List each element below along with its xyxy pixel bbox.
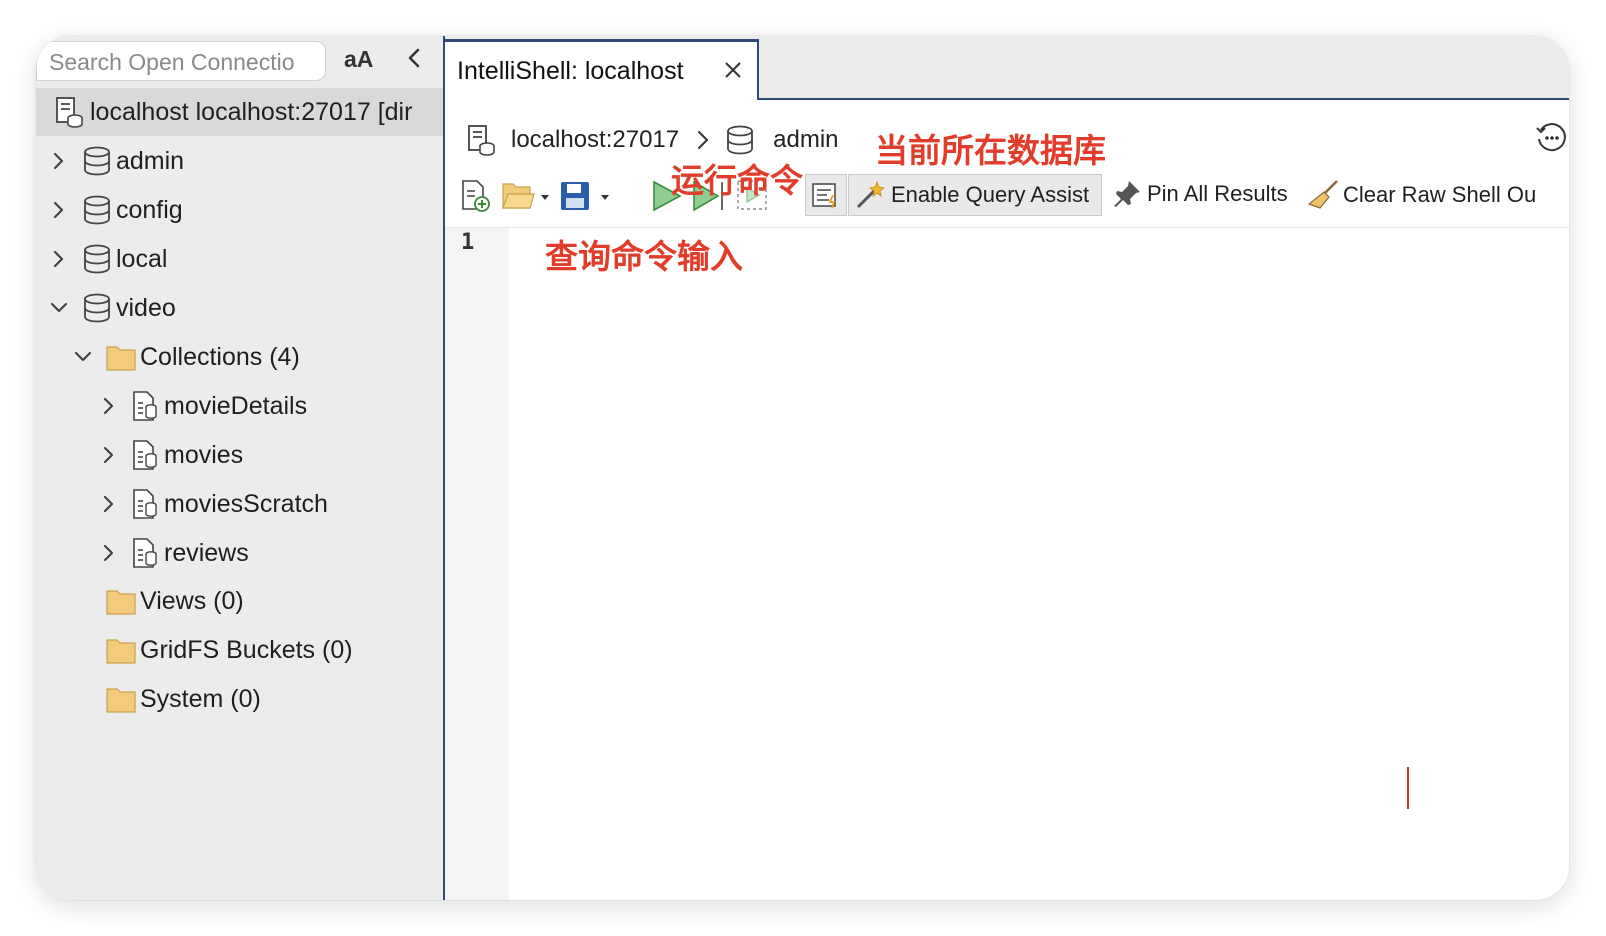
tree-folder-system[interactable]: System (0) [106,675,261,723]
tree-collection-label: movieDetails [164,391,308,420]
intellishell-pane: IntelliShell: localhost localhost:27017 [445,36,1569,900]
query-editor[interactable] [509,228,1569,900]
folder-icon [106,639,136,664]
connection-label: localhost localhost:27017 [dir [90,97,413,126]
tree-db-video[interactable]: video [48,284,176,332]
tree-db-config[interactable]: config [48,186,183,234]
tree-folder-collections[interactable]: Collections (4) [72,333,300,381]
annotation-run-command: 运行命令 [671,161,803,200]
tree-folder-gridfs[interactable]: GridFS Buckets (0) [106,626,353,674]
tree-collection-movieDetails[interactable]: movieDetails [98,382,307,430]
tree-collection-label: moviesScratch [164,489,328,518]
app-window: aA localhost localhost:27017 [dir adm [36,36,1569,900]
database-icon [84,244,110,274]
line-number: 1 [461,230,475,255]
folder-icon [106,688,136,713]
magic-wand-icon [856,180,885,209]
folder-icon [106,590,136,615]
open-folder-icon[interactable] [501,180,551,212]
new-script-icon[interactable] [459,178,493,214]
format-query-button[interactable] [805,174,847,216]
annotation-query-input: 查询命令输入 [539,230,749,278]
search-connections-input[interactable] [47,42,321,82]
enable-query-assist-label: Enable Query Assist [891,182,1090,207]
collection-icon [133,489,157,519]
tree-db-label: admin [116,146,185,175]
folder-icon [106,346,136,371]
tab-intellishell[interactable]: IntelliShell: localhost [445,39,759,100]
tree-folder-label: Views (0) [140,586,244,615]
breadcrumb-database[interactable]: admin [773,126,838,154]
breadcrumb: localhost:27017 admin [465,122,839,158]
database-icon [84,146,110,176]
collection-icon [133,538,157,568]
chevron-down-icon[interactable] [72,346,94,368]
search-connections-box[interactable] [36,41,326,82]
tree-db-admin[interactable]: admin [48,137,184,185]
save-icon[interactable] [559,180,611,212]
text-cursor [1407,767,1409,809]
font-size-toggle[interactable]: aA [344,46,373,73]
breadcrumb-host[interactable]: localhost:27017 [511,126,679,154]
clear-raw-shell-label: Clear Raw Shell Ou [1343,182,1537,207]
collection-icon [133,440,157,470]
database-icon [84,293,110,323]
tree-folder-label: System (0) [140,684,261,713]
line-number-gutter [445,228,509,900]
tree-collection-movies[interactable]: movies [98,431,243,479]
database-icon [84,195,110,225]
tree-db-label: local [116,244,168,273]
tree-db-label: video [116,293,176,322]
broom-icon [1307,180,1338,209]
history-icon[interactable] [1535,120,1569,154]
connection-sidebar: aA localhost localhost:27017 [dir adm [36,36,444,900]
pin-icon [1114,181,1140,207]
tree-db-label: config [116,195,183,224]
tab-bar: IntelliShell: localhost [445,36,1569,100]
chevron-right-icon[interactable] [98,493,120,515]
tree-collection-label: reviews [164,538,249,567]
chevron-right-icon[interactable] [48,199,70,221]
collection-icon [133,391,157,421]
chevron-right-icon [698,131,709,149]
tree-collection-reviews[interactable]: reviews [98,529,249,577]
clear-raw-shell-button[interactable]: Clear Raw Shell Ou [1307,178,1536,212]
database-icon [727,125,754,155]
tree-collection-moviesScratch[interactable]: moviesScratch [98,480,328,528]
chevron-down-icon[interactable] [48,297,70,319]
chevron-right-icon[interactable] [98,395,120,417]
chevron-right-icon[interactable] [98,444,120,466]
close-tab-icon[interactable] [723,60,743,80]
chevron-right-icon[interactable] [98,542,120,564]
collapse-sidebar-icon[interactable] [404,42,424,74]
tree-folder-label: GridFS Buckets (0) [140,635,353,664]
enable-query-assist-button[interactable]: Enable Query Assist [848,174,1102,216]
tree-db-local[interactable]: local [48,235,167,283]
server-connection-icon [468,125,495,156]
chevron-right-icon[interactable] [48,150,70,172]
annotation-current-database: 当前所在数据库 [875,131,1106,170]
tab-label: IntelliShell: localhost [457,56,684,85]
pin-all-results-button[interactable]: Pin All Results [1111,178,1288,210]
connection-row-localhost[interactable]: localhost localhost:27017 [dir [36,88,444,136]
tree-folder-label: Collections (4) [140,342,300,371]
pin-all-results-label: Pin All Results [1147,181,1288,206]
server-connection-icon [56,97,83,128]
tree-collection-label: movies [164,440,244,469]
chevron-right-icon[interactable] [48,248,70,270]
tree-folder-views[interactable]: Views (0) [106,577,244,625]
format-icon [812,183,836,209]
